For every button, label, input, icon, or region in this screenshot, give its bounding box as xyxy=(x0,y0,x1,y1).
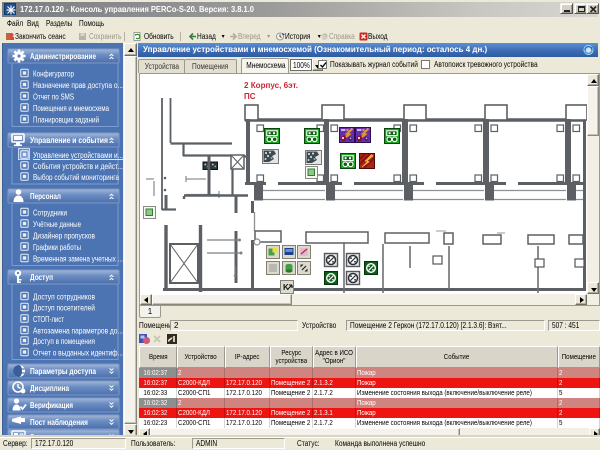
svg-text:K: K xyxy=(283,283,289,292)
svg-text:Доступ в помещения: Доступ в помещения xyxy=(33,337,95,346)
svg-text:Планировщик заданий: Планировщик заданий xyxy=(33,116,99,125)
svg-text:Выбор событий мониторинга: Выбор событий мониторинга xyxy=(33,173,119,182)
svg-text:Графики работы: Графики работы xyxy=(33,243,81,252)
svg-text:Управление и события: Управление и события xyxy=(30,136,108,145)
svg-text:Параметры доступа: Параметры доступа xyxy=(30,367,96,376)
svg-text:Автозамена параметров до...: Автозамена параметров до... xyxy=(33,327,123,336)
svg-text:Дисциплина: Дисциплина xyxy=(30,384,69,393)
svg-text:Отчет о выданных идентиф...: Отчет о выданных идентиф... xyxy=(33,349,123,358)
svg-text:Временная замена учетных ...: Временная замена учетных ... xyxy=(33,255,123,264)
svg-text:СТОП-лист: СТОП-лист xyxy=(33,315,64,324)
svg-text:?: ? xyxy=(323,34,327,41)
svg-text:Пост наблюдения: Пост наблюдения xyxy=(30,418,88,427)
svg-text:Дизайнер пропусков: Дизайнер пропусков xyxy=(33,232,95,241)
svg-text:Доступ: Доступ xyxy=(30,273,53,282)
svg-text:Управление устройствами и...: Управление устройствами и... xyxy=(33,151,123,160)
svg-text:Сотрудники: Сотрудники xyxy=(33,209,67,218)
svg-text:Назначение прав доступа о...: Назначение прав доступа о... xyxy=(33,81,123,90)
svg-text:Доступ сотрудников: Доступ сотрудников xyxy=(33,293,95,302)
svg-text:Конфигуратор: Конфигуратор xyxy=(33,70,74,79)
svg-text:Помещения и мнемосхема: Помещения и мнемосхема xyxy=(33,104,109,113)
svg-text:Верификация: Верификация xyxy=(30,401,73,410)
svg-text:Доступ посетителей: Доступ посетителей xyxy=(33,304,95,313)
svg-text:2 Корпус, 6эт.: 2 Корпус, 6эт. xyxy=(244,81,298,90)
svg-text:Отчет по SMS: Отчет по SMS xyxy=(33,93,74,102)
svg-text:Администрирование: Администрирование xyxy=(30,52,96,61)
svg-text:ПС: ПС xyxy=(244,92,256,101)
svg-text:Учётные данные: Учётные данные xyxy=(33,220,81,229)
svg-text:Персонал: Персонал xyxy=(30,192,61,201)
svg-text:События устройств и дейст...: События устройств и дейст... xyxy=(33,162,123,171)
